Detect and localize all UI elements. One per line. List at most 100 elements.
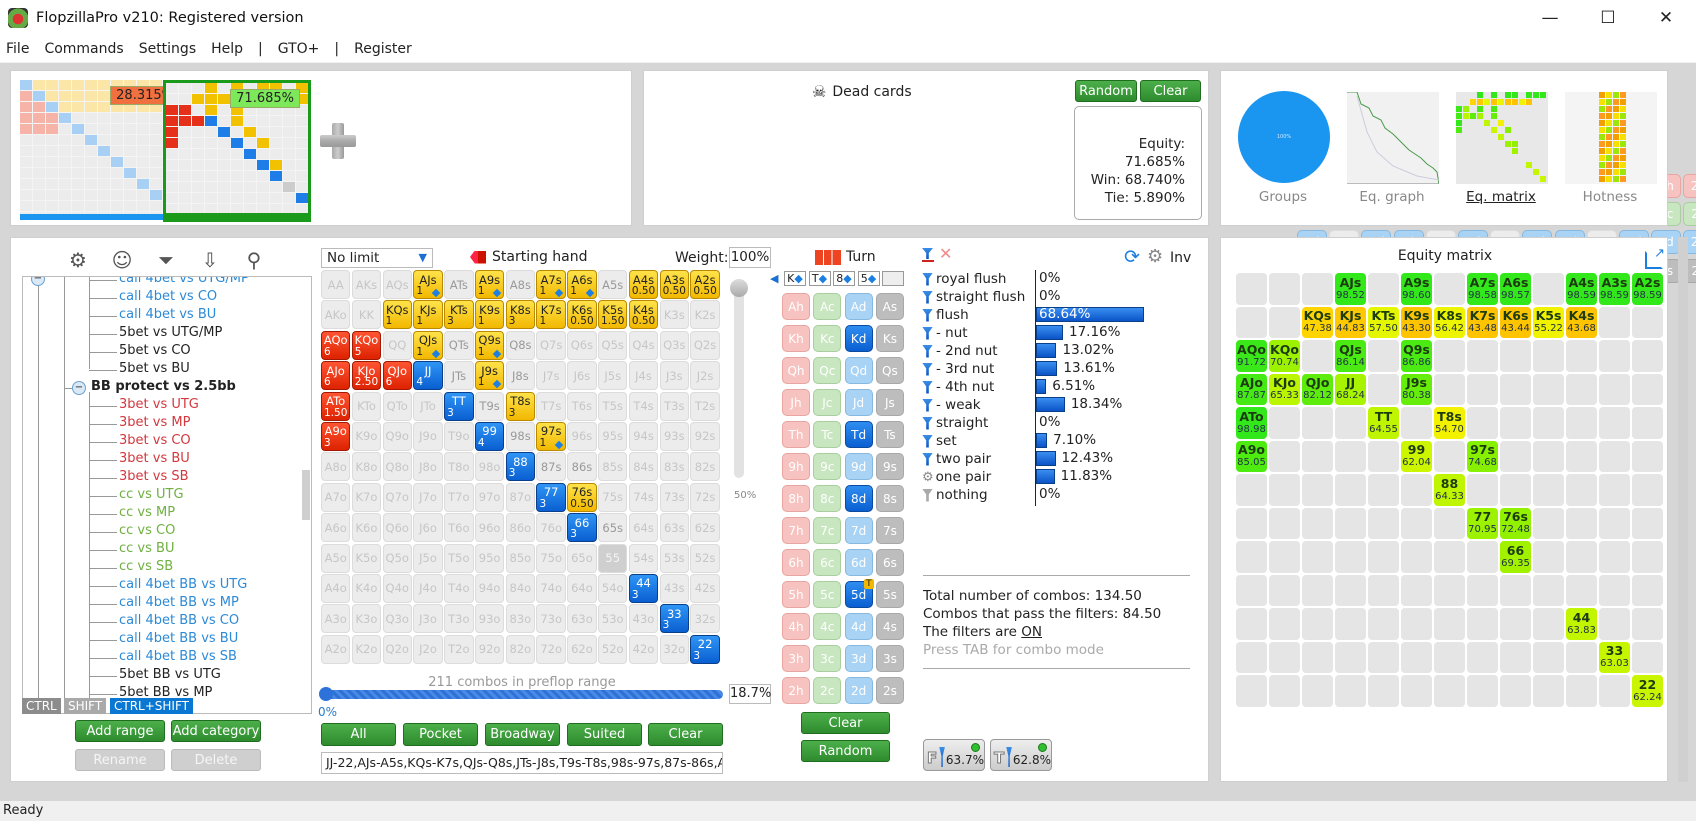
hand-cell-87o[interactable]: 87o — [505, 482, 536, 512]
hand-cell-95s[interactable]: 95s — [598, 421, 628, 451]
filter-row[interactable]: ⚙ one pair — [922, 468, 991, 486]
hand-cell-K4o[interactable]: K4o — [351, 573, 382, 603]
hand-cell-KTs[interactable]: KTs 3 — [444, 300, 474, 330]
hand-cell-A6s[interactable]: A6s 1 — [567, 270, 597, 299]
filter-row[interactable]: nothing — [922, 486, 988, 504]
hand-cell-AJo[interactable]: AJo 6 — [321, 361, 351, 391]
tab-groups[interactable]: Groups — [1233, 189, 1333, 205]
select-pocket-button[interactable]: Pocket — [403, 723, 478, 746]
hand-cell-Q4s[interactable]: Q4s — [628, 330, 659, 360]
hand-cell-74o[interactable]: 74o — [536, 573, 566, 603]
hand-cell-T8s[interactable]: T8s 3 — [505, 391, 536, 421]
hand-cell-T2o[interactable]: T2o — [444, 634, 474, 664]
hand-cell-TT[interactable]: TT 3 — [444, 391, 474, 421]
turn-card-3c[interactable]: 3c — [813, 645, 842, 672]
hand-cell-65o[interactable]: 65o — [567, 543, 597, 573]
hand-cell-T3o[interactable]: T3o — [444, 604, 474, 634]
equity-cell-A3s[interactable]: A3s 98.59 — [1599, 273, 1630, 305]
weight-input[interactable]: 100% — [729, 247, 771, 268]
hand-cell-54s[interactable]: 54s — [628, 543, 659, 573]
hand-cell-Q4o[interactable]: Q4o — [382, 573, 412, 603]
groups-pie-preview[interactable]: 100% — [1238, 91, 1330, 183]
filter-icon[interactable] — [922, 434, 933, 448]
hand-cell-K2s[interactable]: K2s — [690, 300, 720, 330]
inverse-toggle[interactable]: Inv — [1170, 250, 1191, 266]
hand-cell-82o[interactable]: 82o — [505, 634, 536, 664]
equity-cell-AJo[interactable]: AJo 87.87 — [1236, 373, 1267, 405]
tree-item[interactable]: cc vs SB — [119, 559, 173, 574]
import-icon[interactable]: ⇩ — [198, 248, 222, 272]
tree-item[interactable]: call 4bet vs BU — [119, 307, 216, 322]
hand-cell-J4s[interactable]: J4s — [628, 361, 659, 391]
hand-cell-43o[interactable]: 43o — [628, 604, 659, 634]
equity-cell-A2s[interactable]: A2s 98.59 — [1632, 273, 1663, 305]
turn-card-5c[interactable]: 5c — [813, 581, 842, 608]
weight-vertical-slider-thumb[interactable] — [730, 279, 748, 297]
board-card-slot[interactable]: K◆ — [784, 271, 806, 286]
add-range-button[interactable]: Add range — [75, 720, 165, 742]
turn-clear-button[interactable]: Clear — [801, 712, 890, 734]
hand-cell-33[interactable]: 33 3 — [659, 604, 689, 634]
hand-cell-T7s[interactable]: T7s — [536, 391, 566, 421]
preflop-range-slider-thumb[interactable] — [319, 687, 333, 701]
hand-cell-J3s[interactable]: J3s — [659, 361, 689, 391]
rename-button[interactable]: Rename — [75, 749, 165, 771]
hand-cell-K5o[interactable]: K5o — [351, 543, 382, 573]
filters-on-toggle[interactable]: ON — [1021, 624, 1042, 640]
tree-item[interactable]: 5bet BB vs UTG — [119, 667, 221, 682]
equity-cell-TT[interactable]: TT 64.55 — [1368, 407, 1399, 439]
filter-icon[interactable] — [922, 452, 933, 466]
board-card-slot[interactable]: 8◆ — [833, 271, 855, 286]
turn-card-Qs[interactable]: Qs — [875, 357, 904, 384]
hand-cell-86s[interactable]: 86s — [567, 452, 597, 482]
turn-card-Ah[interactable]: Ah — [782, 293, 810, 320]
hand-cell-JTs[interactable]: JTs — [444, 361, 474, 391]
hand-cell-K9s[interactable]: K9s 1 — [474, 300, 505, 330]
hand-cell-62s[interactable]: 62s — [690, 513, 720, 543]
preflop-range-slider[interactable] — [319, 687, 723, 701]
hand-cell-A8o[interactable]: A8o — [321, 452, 351, 482]
hand-cell-92o[interactable]: 92o — [474, 634, 505, 664]
hand-cell-Q6s[interactable]: Q6s — [567, 330, 597, 360]
turn-card-Th[interactable]: Th — [782, 421, 810, 448]
hand-cell-A7s[interactable]: A7s 1 — [536, 270, 566, 299]
hand-cell-Q8o[interactable]: Q8o — [382, 452, 412, 482]
turn-card-Kd[interactable]: Kd — [844, 325, 873, 352]
filter-icon[interactable] — [922, 290, 933, 304]
hotness-preview[interactable] — [1565, 92, 1657, 184]
hand-cell-ATs[interactable]: ATs — [444, 270, 474, 299]
limit-select[interactable]: No limit ▼ — [321, 248, 433, 268]
hand-cell-87s[interactable]: 87s — [536, 452, 566, 482]
collapse-toggle-icon[interactable]: − — [72, 381, 86, 395]
equity-cell-K8s[interactable]: K8s 56.42 — [1434, 306, 1465, 338]
hand-cell-A7o[interactable]: A7o — [321, 482, 351, 512]
turn-card-6s[interactable]: 6s — [875, 549, 904, 576]
hand-cell-96s[interactable]: 96s — [567, 421, 597, 451]
hand-cell-Q9o[interactable]: Q9o — [382, 421, 412, 451]
hand-cell-63o[interactable]: 63o — [567, 604, 597, 634]
equity-cell-KJs[interactable]: KJs 44.83 — [1335, 306, 1366, 338]
hand-cell-K8o[interactable]: K8o — [351, 452, 382, 482]
filter-icon[interactable] — [922, 380, 933, 394]
hand-cell-43s[interactable]: 43s — [659, 573, 689, 603]
turn-card-3d[interactable]: 3d — [844, 645, 873, 672]
hand-cell-AA[interactable]: AA — [321, 270, 351, 299]
collapse-toggle-icon[interactable]: − — [31, 277, 45, 286]
select-suited-button[interactable]: Suited — [567, 723, 642, 746]
tree-item[interactable]: BB protect vs 2.5bb — [91, 379, 236, 394]
filter-icon[interactable] — [922, 344, 933, 358]
equity-cell-ATo[interactable]: ATo 98.98 — [1236, 407, 1267, 439]
filter-icon[interactable] — [922, 416, 933, 430]
hand-cell-94o[interactable]: 94o — [474, 573, 505, 603]
equity-cell-A4s[interactable]: A4s 98.59 — [1566, 273, 1597, 305]
hand-cell-KQs[interactable]: KQs 1 — [382, 300, 412, 330]
filter-row[interactable]: royal flush — [922, 270, 1006, 288]
filter-row[interactable]: - 4th nut — [922, 378, 994, 396]
hand-cell-88[interactable]: 88 3 — [505, 452, 536, 482]
tab-eq-graph[interactable]: Eq. graph — [1342, 189, 1442, 205]
equity-cell-KJo[interactable]: KJo 65.33 — [1269, 373, 1300, 405]
tree-scrollbar-thumb[interactable] — [302, 470, 310, 520]
filter-gray-icon[interactable] — [922, 488, 933, 502]
filter-row[interactable]: flush — [922, 306, 969, 324]
hand-cell-K6s[interactable]: K6s 0.50 — [567, 300, 597, 330]
